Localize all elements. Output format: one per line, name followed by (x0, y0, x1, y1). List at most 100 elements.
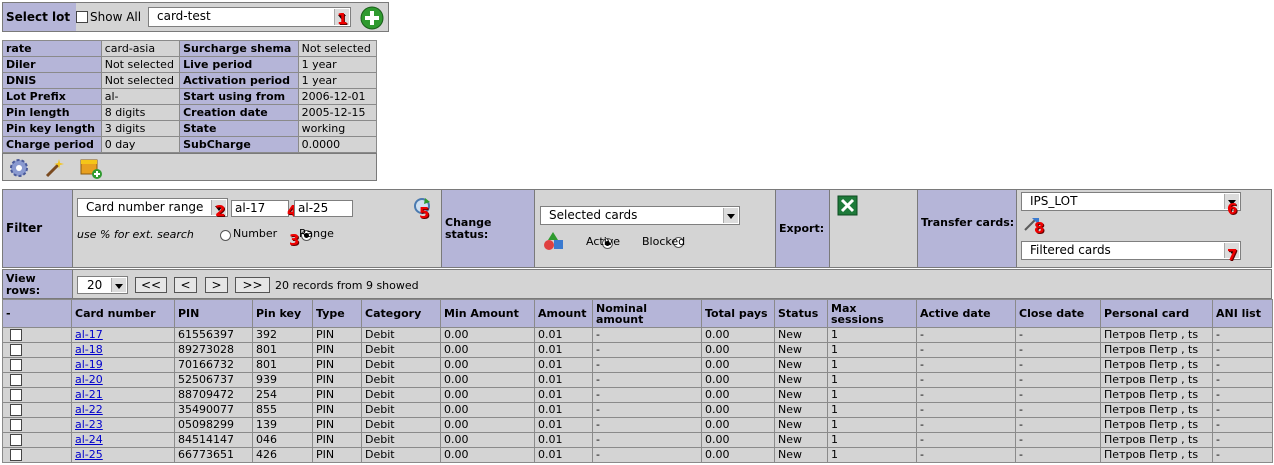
filter-field-select[interactable]: Card number range (77, 198, 228, 217)
row-checkbox[interactable] (10, 449, 22, 461)
table-cell: 855 (252, 402, 313, 418)
table-cell: New (774, 372, 828, 388)
lot-info-row: DNIS Not selected Activation period 1 year (2, 72, 378, 89)
chevron-down-icon[interactable] (723, 208, 738, 223)
table-cell: 1 (827, 327, 917, 343)
table-cell: New (774, 447, 828, 463)
row-checkbox[interactable] (10, 359, 22, 371)
table-row: al-24 84514147 046 PIN Debit 0.00 0.01-0.00 New… (2, 432, 1273, 448)
column-header[interactable]: Active date (916, 299, 1016, 328)
column-header[interactable]: Total pays (701, 299, 775, 328)
column-header[interactable]: Category (361, 299, 441, 328)
info-value: 0 day (100, 136, 181, 153)
chevron-down-icon[interactable] (111, 278, 126, 292)
table-cell: 0.01 (534, 447, 593, 463)
row-checkbox[interactable] (10, 404, 22, 416)
column-header[interactable]: Nominal amount (592, 299, 702, 328)
marker-6: 6 (1227, 200, 1238, 218)
column-header[interactable]: Close date (1015, 299, 1101, 328)
card-number-link[interactable]: al-18 (75, 344, 103, 357)
range-to-input[interactable]: al-25 (294, 200, 353, 217)
card-number-link[interactable]: al-21 (75, 389, 103, 402)
column-header[interactable]: - (2, 299, 72, 328)
table-cell: 0.01 (534, 357, 593, 373)
card-number-cell: al-17 (71, 327, 175, 343)
column-header[interactable]: Type (312, 299, 362, 328)
rows-per-page-select[interactable]: 20 (77, 276, 128, 294)
column-header[interactable]: Card number (71, 299, 175, 328)
card-number-link[interactable]: al-20 (75, 374, 103, 387)
add-lot-icon[interactable] (360, 6, 384, 30)
add-box-icon[interactable] (79, 156, 103, 180)
next-page-button[interactable]: > (205, 277, 228, 293)
row-checkbox[interactable] (10, 389, 22, 401)
lot-bar: Select lot Show All card-test 1 (2, 2, 389, 32)
table-cell: - (1015, 447, 1101, 463)
info-value: Not selected (297, 40, 378, 57)
card-number-link[interactable]: al-22 (75, 404, 103, 417)
table-cell: 0.01 (534, 342, 593, 358)
last-page-button[interactable]: >> (235, 277, 270, 293)
card-number-link[interactable]: al-23 (75, 419, 103, 432)
first-page-button[interactable]: << (135, 277, 167, 293)
column-header[interactable]: Min Amount (440, 299, 535, 328)
prev-page-button[interactable]: < (174, 277, 197, 293)
table-cell: PIN (312, 387, 362, 403)
table-cell: New (774, 417, 828, 433)
magic-wand-icon[interactable] (43, 157, 65, 179)
rows-per-page-value: 20 (87, 278, 103, 292)
records-status: 20 records from 9 showed (275, 279, 419, 292)
excel-icon[interactable] (837, 195, 858, 216)
card-number-link[interactable]: al-25 (75, 449, 103, 462)
range-from-input[interactable]: al-17 (231, 200, 289, 217)
table-cell: - (592, 387, 702, 403)
apply-status-icon[interactable] (543, 230, 565, 252)
lot-info-row: Pin length 8 digits Creation date 2005-12-1… (2, 104, 378, 121)
table-cell: Петров Петр , ts (1100, 342, 1213, 358)
row-checkbox[interactable] (10, 344, 22, 356)
info-value: working (297, 120, 378, 137)
card-number-cell: al-19 (71, 357, 175, 373)
transfer-scope-select[interactable]: Filtered cards (1021, 241, 1241, 260)
info-key: Creation date (179, 104, 299, 121)
card-number-cell: al-23 (71, 417, 175, 433)
status-target-select[interactable]: Selected cards (540, 206, 740, 225)
marker-2: 2 (215, 202, 226, 220)
lot-select[interactable]: card-test (148, 7, 351, 27)
card-number-link[interactable]: al-24 (75, 434, 103, 447)
card-number-link[interactable]: al-19 (75, 359, 103, 372)
table-cell: PIN (312, 447, 362, 463)
radio-number[interactable] (220, 229, 231, 241)
table-cell: 939 (252, 372, 313, 388)
transfer-scope-value: Filtered cards (1030, 243, 1111, 257)
gear-icon[interactable] (8, 157, 30, 179)
info-value: 1 year (297, 56, 378, 73)
column-header[interactable]: Pin key (252, 299, 313, 328)
table-cell: - (916, 432, 1016, 448)
table-cell: PIN (312, 417, 362, 433)
column-header[interactable]: ANI list (1212, 299, 1273, 328)
show-all-checkbox[interactable] (76, 11, 88, 23)
column-header[interactable]: PIN (174, 299, 253, 328)
row-checkbox[interactable] (10, 329, 22, 341)
table-cell: 254 (252, 387, 313, 403)
transfer-lot-select[interactable]: IPS_LOT (1021, 192, 1241, 211)
table-cell: New (774, 432, 828, 448)
table-cell: - (592, 432, 702, 448)
table-cell: - (1212, 447, 1273, 463)
column-header[interactable]: Personal card (1100, 299, 1213, 328)
table-cell: 0.00 (701, 357, 775, 373)
row-checkbox[interactable] (10, 434, 22, 446)
row-checkbox[interactable] (10, 419, 22, 431)
table-row: al-21 88709472 254 PIN Debit 0.00 0.01-0.00 New… (2, 387, 1273, 403)
table-row: al-22 35490077 855 PIN Debit 0.00 0.01-0.00 New… (2, 402, 1273, 418)
card-number-link[interactable]: al-17 (75, 329, 103, 342)
table-cell: 0.00 (440, 447, 535, 463)
row-select-cell (2, 342, 72, 358)
column-header[interactable]: Max sessions (827, 299, 917, 328)
table-row: al-18 89273028 801 PIN Debit 0.00 0.01-0.00 New… (2, 342, 1273, 358)
row-checkbox[interactable] (10, 374, 22, 386)
column-header[interactable]: Status (774, 299, 828, 328)
column-header[interactable]: Amount (534, 299, 593, 328)
info-value: 8 digits (100, 104, 181, 121)
